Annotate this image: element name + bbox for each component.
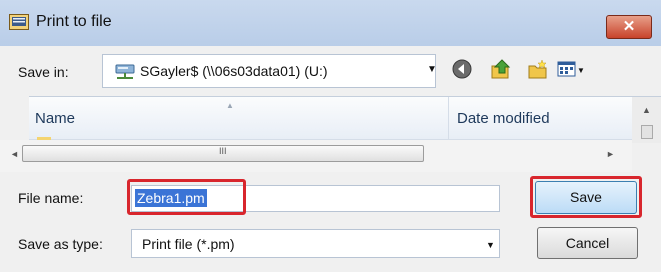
back-icon[interactable] <box>451 58 473 80</box>
save-as-type-value: Print file (*.pm) <box>142 236 235 252</box>
sort-ascending-icon: ▲ <box>226 101 234 110</box>
file-name-label: File name: <box>18 190 84 206</box>
chevron-down-icon[interactable]: ▼ <box>427 64 437 75</box>
views-dropdown-icon[interactable]: ▼ <box>577 66 585 75</box>
scroll-right-icon[interactable]: ► <box>606 149 615 159</box>
save-in-label: Save in: <box>18 64 69 80</box>
column-header-date-modified[interactable]: Date modified <box>457 110 550 127</box>
scroll-up-icon[interactable]: ▲ <box>642 105 651 115</box>
printer-dialog-icon <box>9 14 29 30</box>
network-drive-icon <box>115 64 135 79</box>
column-header-row: Name ▲ Date modified <box>29 97 632 140</box>
save-as-type-dropdown[interactable]: Print file (*.pm) ▼ <box>131 229 500 258</box>
print-to-file-dialog: Print to file ✕ Save in: SGayler$ (\\06s… <box>0 0 661 272</box>
title-bar: Print to file ✕ <box>0 0 661 46</box>
vertical-scroll-thumb[interactable] <box>641 125 653 139</box>
dialog-title: Print to file <box>36 13 112 30</box>
up-folder-icon[interactable] <box>490 58 512 80</box>
horizontal-scrollbar[interactable]: ◄ III ► <box>0 140 632 172</box>
chevron-down-icon[interactable]: ▼ <box>486 240 495 250</box>
file-name-highlight-box <box>127 179 246 215</box>
close-button[interactable]: ✕ <box>606 15 652 39</box>
views-menu-icon[interactable] <box>556 58 578 80</box>
save-in-dropdown[interactable]: SGayler$ (\\06s03data01) (U:) <box>102 54 436 88</box>
column-divider[interactable] <box>448 97 449 139</box>
new-folder-icon[interactable] <box>527 58 549 80</box>
column-header-name[interactable]: Name <box>35 110 75 127</box>
cancel-button[interactable]: Cancel <box>537 227 638 259</box>
file-list[interactable]: Name ▲ Date modified ▲ <box>29 96 661 143</box>
vertical-scrollbar[interactable]: ▲ <box>632 97 661 143</box>
close-icon: ✕ <box>622 18 636 35</box>
save-as-type-label: Save as type: <box>18 236 103 252</box>
scroll-grip-icon: III <box>219 146 227 156</box>
scroll-left-icon[interactable]: ◄ <box>10 149 19 159</box>
horizontal-scroll-thumb[interactable]: III <box>22 145 424 162</box>
save-button-highlight-box <box>530 176 642 218</box>
save-in-location: SGayler$ (\\06s03data01) (U:) <box>140 63 328 79</box>
